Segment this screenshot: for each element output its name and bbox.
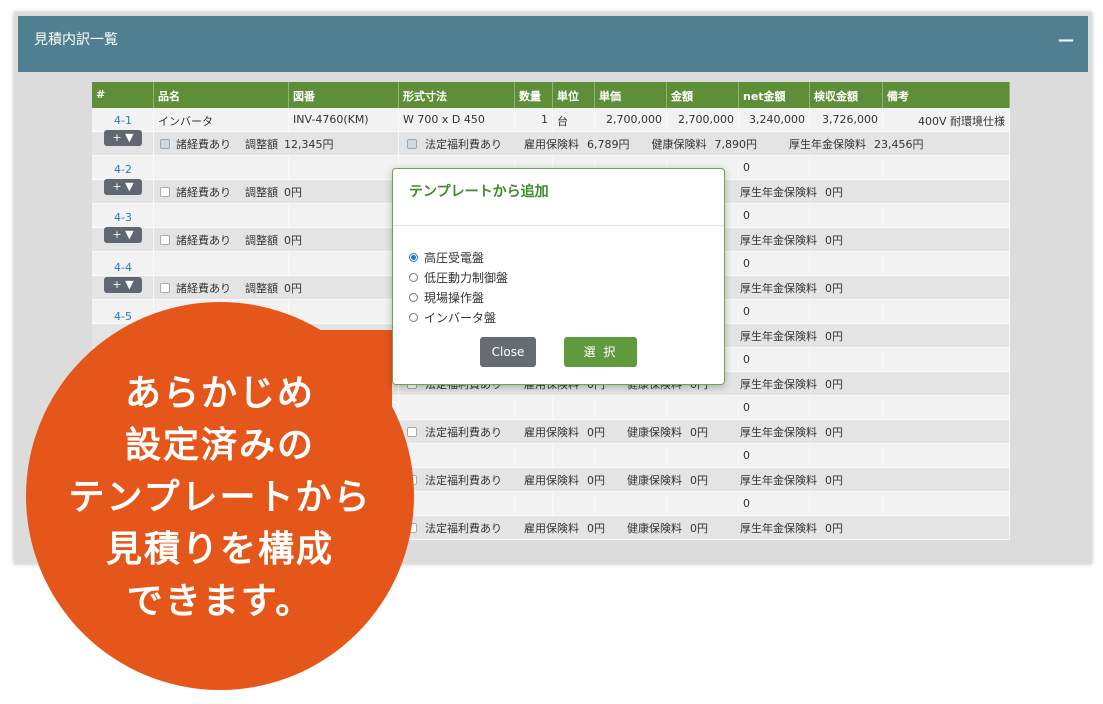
- template-modal: テンプレートから追加 高圧受電盤 低圧動力制御盤 現場操作盤 インバータ盤 Cl…: [392, 168, 725, 385]
- radio-icon[interactable]: [409, 312, 418, 322]
- radio-selected-icon[interactable]: [409, 252, 418, 262]
- callout-line: あらかじめ: [124, 373, 315, 414]
- select-button[interactable]: 選 択: [564, 337, 637, 367]
- modal-title: テンプレートから追加: [409, 184, 549, 200]
- template-option[interactable]: 低圧動力制御盤: [409, 267, 508, 287]
- option-label: 高圧受電盤: [424, 250, 485, 265]
- option-label: 低圧動力制御盤: [424, 270, 509, 285]
- template-option[interactable]: 現場操作盤: [409, 287, 508, 307]
- modal-header: テンプレートから追加: [393, 169, 724, 226]
- template-option[interactable]: 高圧受電盤: [409, 247, 508, 267]
- option-label: インバータ盤: [424, 310, 497, 325]
- callout-line: テンプレートから: [68, 477, 372, 518]
- radio-icon[interactable]: [409, 292, 418, 302]
- close-button[interactable]: Close: [480, 337, 536, 367]
- radio-icon[interactable]: [409, 272, 418, 282]
- option-label: 現場操作盤: [424, 290, 485, 305]
- callout-text: あらかじめ 設定済みの テンプレートから 見積りを構成 できます。: [30, 368, 410, 628]
- callout-line: できます。: [126, 581, 314, 622]
- callout-line: 設定済みの: [124, 425, 315, 466]
- callout-line: 見積りを構成: [105, 529, 334, 570]
- template-options: 高圧受電盤 低圧動力制御盤 現場操作盤 インバータ盤: [409, 247, 508, 327]
- template-option[interactable]: インバータ盤: [409, 307, 508, 327]
